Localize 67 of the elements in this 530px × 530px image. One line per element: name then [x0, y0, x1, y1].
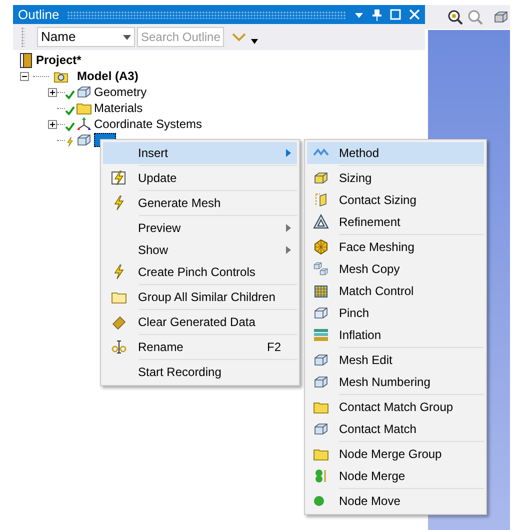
- pin-icon[interactable]: [372, 8, 382, 20]
- cube-icon: [313, 170, 329, 186]
- cube-icon: [76, 132, 92, 148]
- menu-item[interactable]: Generate Mesh: [103, 192, 297, 214]
- menu-item[interactable]: Method: [307, 142, 484, 164]
- cube-icon[interactable]: [493, 9, 509, 25]
- grip-pattern: [21, 27, 25, 47]
- submenu-arrow-icon: [286, 224, 291, 232]
- menu-item[interactable]: Show: [103, 239, 297, 261]
- tree-item[interactable]: Project*: [36, 51, 82, 69]
- contact-sizing-icon: [313, 192, 329, 208]
- mesh-icon: [313, 239, 329, 255]
- maximize-icon[interactable]: [390, 9, 401, 20]
- expand-icon[interactable]: [48, 120, 57, 128]
- submenu-arrow-icon: [286, 149, 291, 157]
- cube-icon: [313, 305, 329, 321]
- menu-item[interactable]: Face Meshing: [307, 236, 484, 258]
- caret-icon: [123, 34, 131, 40]
- menu-item[interactable]: Contact Sizing: [307, 189, 484, 211]
- menu-item[interactable]: Clear Generated Data: [103, 311, 297, 333]
- column-select[interactable]: Name: [37, 27, 135, 47]
- menu-item[interactable]: Node Move: [307, 490, 484, 512]
- close-icon[interactable]: [409, 9, 420, 20]
- triangle-icon: [313, 214, 329, 230]
- zoom-in-icon[interactable]: [447, 9, 463, 25]
- node-icon: [313, 468, 329, 484]
- layers-icon: [313, 327, 329, 343]
- tree-item[interactable]: Model (A3): [77, 67, 138, 85]
- menu-item[interactable]: Mesh Edit: [307, 349, 484, 371]
- collapse-icon[interactable]: [20, 72, 29, 80]
- rename-icon: [111, 339, 127, 355]
- cube-icon: [313, 374, 329, 390]
- eraser-icon: [111, 314, 127, 330]
- caret-icon[interactable]: [251, 38, 258, 44]
- book-icon: [20, 52, 32, 68]
- menu-item[interactable]: Inflation: [307, 324, 484, 346]
- menu-item[interactable]: Preview: [103, 217, 297, 239]
- menu-item[interactable]: Update: [103, 167, 297, 189]
- menu-item[interactable]: Mesh Copy: [307, 258, 484, 280]
- menu-item[interactable]: Contact Match: [307, 418, 484, 440]
- menu-item[interactable]: Group All Similar Children: [103, 286, 297, 308]
- grid-cube-icon: [313, 283, 329, 299]
- panel-title: Outline: [18, 6, 60, 24]
- menu-item[interactable]: Create Pinch Controls: [103, 261, 297, 283]
- menu-item[interactable]: Node Merge: [307, 465, 484, 487]
- cube-icon: [313, 352, 329, 368]
- tree-item[interactable]: Materials: [94, 99, 143, 117]
- menu-item[interactable]: Pinch: [307, 302, 484, 324]
- update-icon: [111, 170, 127, 186]
- menu-item[interactable]: Sizing: [307, 167, 484, 189]
- menu-item[interactable]: Start Recording: [103, 361, 297, 383]
- menu-item[interactable]: Refinement: [307, 211, 484, 233]
- search-field[interactable]: Search Outline: [137, 27, 224, 47]
- menu-item[interactable]: Match Control: [307, 280, 484, 302]
- cubes-icon: [313, 261, 329, 277]
- cube-icon: [313, 421, 329, 437]
- menu-item[interactable]: Rename F2: [103, 336, 297, 358]
- tree-item[interactable]: Geometry: [94, 83, 147, 101]
- menu-item[interactable]: Mesh Numbering: [307, 371, 484, 393]
- tree-item[interactable]: Coordinate Systems: [94, 115, 202, 133]
- expand-icon[interactable]: [48, 88, 57, 96]
- menu-item[interactable]: Contact Match Group: [307, 396, 484, 418]
- menu-item[interactable]: Insert: [103, 142, 297, 164]
- cube-icon: [76, 84, 92, 100]
- submenu-arrow-icon: [286, 246, 291, 254]
- menu-item[interactable]: Node Merge Group: [307, 443, 484, 465]
- axes-icon: [76, 116, 92, 132]
